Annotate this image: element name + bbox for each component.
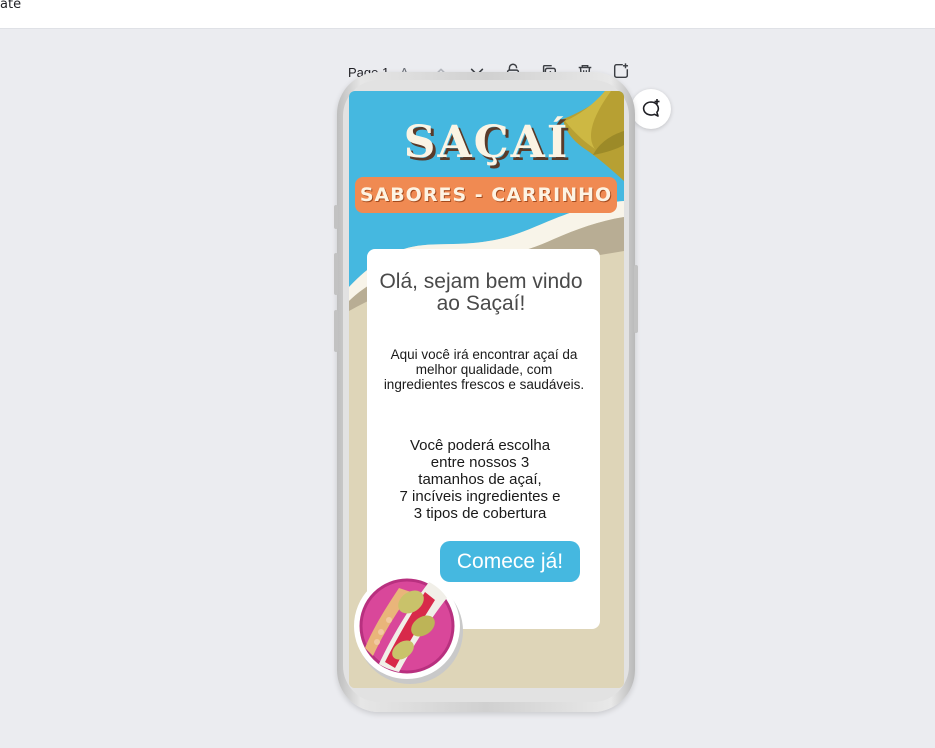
options-line: 3 tipos de cobertura bbox=[413, 505, 547, 522]
options-line: tamanhos de açaí, bbox=[418, 471, 542, 488]
acai-bowl-illustration bbox=[354, 573, 463, 684]
add-comment-icon bbox=[642, 99, 660, 117]
subtitle-text: SABORES - CARRINHO bbox=[359, 184, 613, 206]
editor-top-bar: ate bbox=[0, 0, 935, 29]
add-comment-button[interactable] bbox=[631, 89, 671, 129]
brand-title: SAÇAÍ bbox=[403, 117, 570, 168]
top-bar-label: ate bbox=[0, 0, 22, 12]
phone-side-button bbox=[634, 265, 638, 333]
subtitle-banner: SABORES - CARRINHO bbox=[355, 177, 617, 213]
phone-side-button bbox=[334, 253, 338, 295]
options-line: Você poderá escolha bbox=[409, 437, 551, 454]
options-line: 7 incíveis ingredientes e bbox=[399, 488, 561, 505]
description-text: Aqui você irá encontrar açaí da melhor q… bbox=[383, 347, 585, 392]
options-text: Você poderá escolha entre nossos 3 taman… bbox=[377, 437, 583, 522]
options-line: entre nossos 3 bbox=[430, 454, 530, 471]
phone-side-button bbox=[334, 310, 338, 352]
phone-side-button bbox=[334, 205, 338, 229]
design-canvas[interactable]: SAÇAÍ SABORES - CARRINHO Olá, sejam bem … bbox=[349, 91, 624, 688]
welcome-heading: Olá, sejam bem vindo ao Saçaí! bbox=[379, 270, 583, 315]
